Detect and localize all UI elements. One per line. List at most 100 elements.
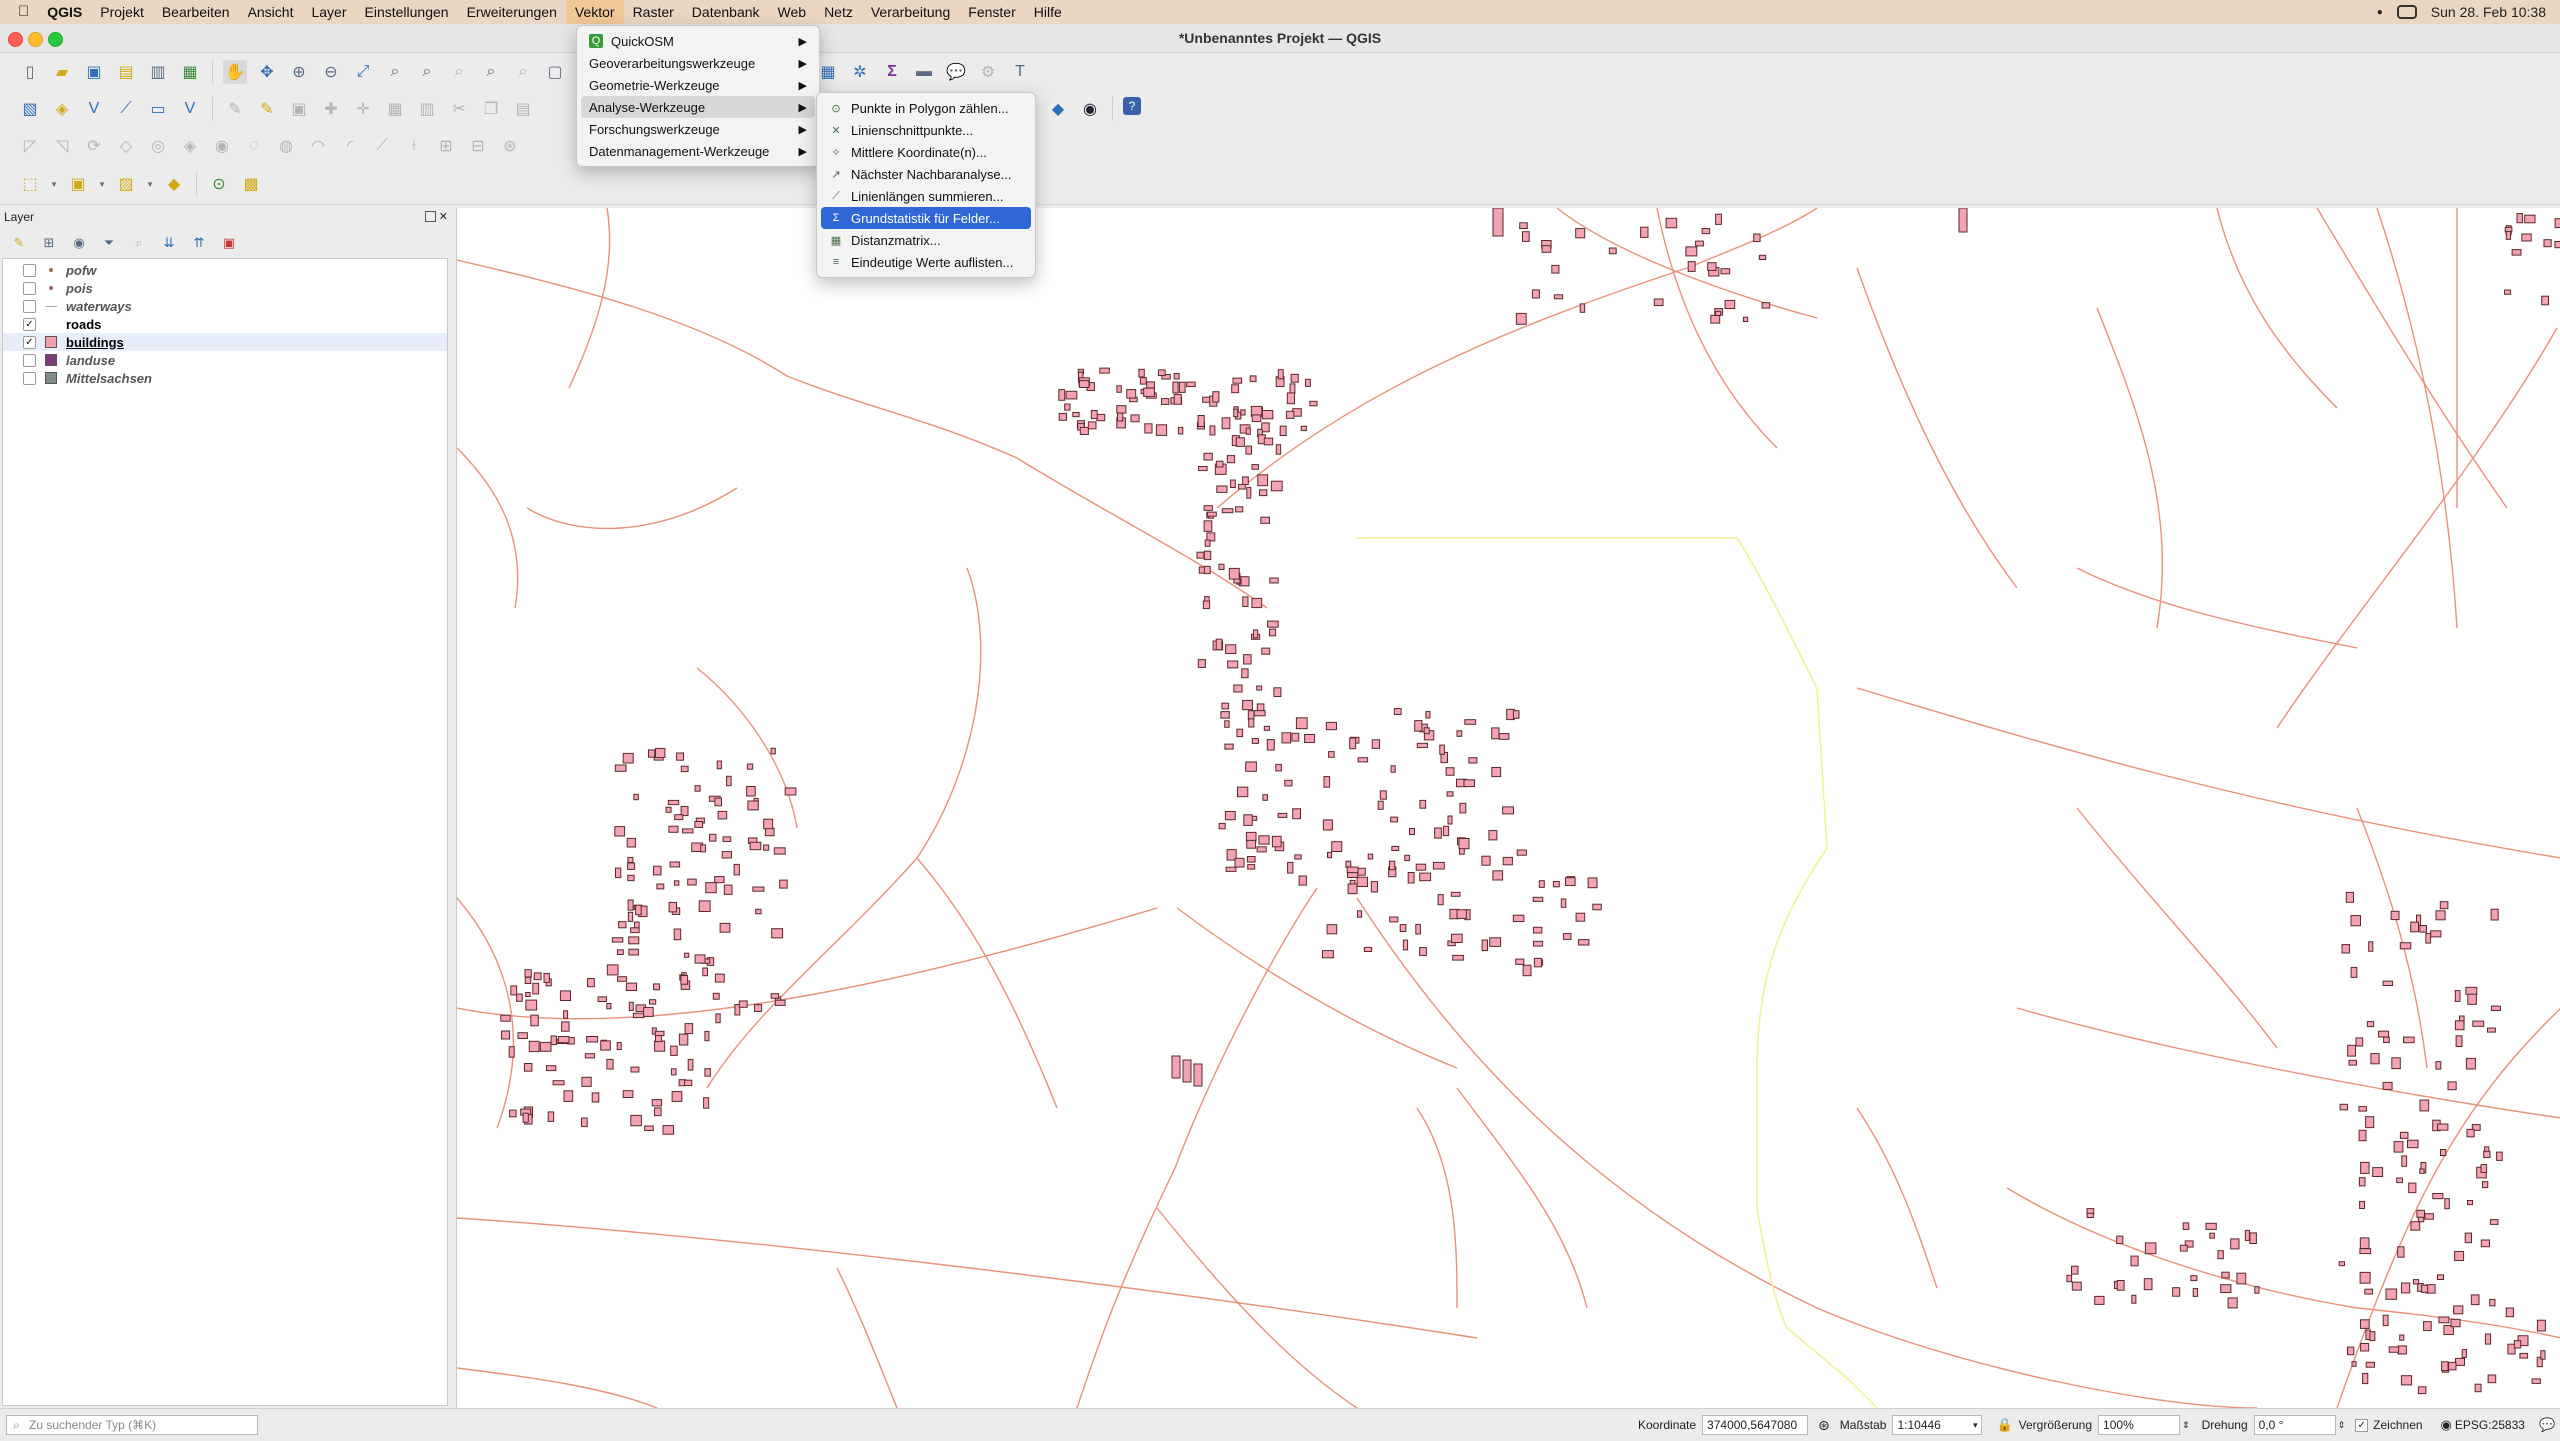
reshape-features-icon[interactable]: ◠ (306, 134, 330, 158)
status-dot-icon[interactable]: ● (2377, 7, 2383, 18)
select-by-expression-icon[interactable]: ▣ (66, 172, 90, 196)
rotation-field[interactable]: 0,0 ° (2253, 1415, 2336, 1435)
open-field-calculator-icon[interactable]: ▩ (239, 172, 263, 196)
modify-attributes-icon[interactable]: ▦ (383, 97, 407, 121)
layer-visibility-checkbox[interactable] (23, 263, 36, 277)
layer-row-waterways[interactable]: waterways (3, 297, 447, 315)
zoom-to-selection-icon[interactable]: ⌕ (383, 60, 407, 84)
add-feature-icon[interactable]: ✚ (319, 97, 343, 121)
delete-selected-icon[interactable]: ▥ (415, 97, 439, 121)
open-project-icon[interactable]: ▰ (50, 60, 74, 84)
copy-features-icon[interactable]: ❐ (479, 97, 503, 121)
delete-part-icon[interactable]: ◍ (274, 134, 298, 158)
rotate-symbols-icon[interactable]: ⊛ (498, 134, 522, 158)
toggle-editing-icon[interactable]: ✎ (255, 97, 279, 121)
layer-row-mittelsachsen[interactable]: Mittelsachsen (3, 369, 447, 387)
layer-visibility-checkbox[interactable]: ✓ (23, 317, 36, 331)
layer-visibility-checkbox[interactable] (23, 353, 36, 367)
zoom-in-icon[interactable]: ⊕ (287, 60, 311, 84)
map-canvas[interactable] (456, 208, 2560, 1408)
annotation-icon[interactable]: ⚙ (976, 60, 1000, 84)
new-shapefile-icon[interactable]: V (82, 97, 106, 121)
layer-row-pofw[interactable]: pofw (3, 261, 447, 279)
apple-icon[interactable]:  (0, 0, 38, 24)
split-parts-icon[interactable]: ⟊ (402, 134, 426, 158)
measure-icon[interactable]: ▬ (912, 60, 936, 84)
lock-icon[interactable]: 🔒 (1996, 1417, 2012, 1433)
coordinate-field[interactable]: 374000,5647080 (1702, 1415, 1809, 1435)
magnifier-field[interactable]: 100% (2098, 1415, 2181, 1435)
app-menu[interactable]: QGIS (38, 0, 91, 24)
digitize-undo-icon[interactable]: ◸ (18, 134, 42, 158)
pan-map-icon[interactable]: ✋ (223, 60, 247, 84)
expand-all-icon[interactable]: ⇊ (160, 231, 178, 255)
add-part-icon[interactable]: ◈ (178, 134, 202, 158)
zoom-next-icon[interactable]: ⌕ (511, 60, 535, 84)
crs-globe-icon[interactable]: ◉ (2441, 1417, 2452, 1433)
float-panel-icon[interactable] (425, 211, 436, 222)
menu-item-mittlere-koordinate-n[interactable]: ✧ Mittlere Koordinate(n)... (821, 141, 1031, 163)
layer-row-buildings[interactable]: ✓ buildings (3, 333, 447, 351)
new-bookmark-icon[interactable]: ▢ (543, 60, 567, 84)
layer-visibility-checkbox[interactable]: ✓ (23, 335, 36, 349)
layer-visibility-checkbox[interactable] (23, 281, 36, 295)
menu-einstellungen[interactable]: Einstellungen (356, 0, 458, 24)
menu-fenster[interactable]: Fenster (959, 0, 1024, 24)
menu-web[interactable]: Web (769, 0, 816, 24)
filter-legend-icon[interactable]: ⏷ (100, 231, 118, 255)
menu-hilfe[interactable]: Hilfe (1025, 0, 1071, 24)
deselect-all-icon[interactable]: ▨ (114, 172, 138, 196)
plugin-globe-icon[interactable]: ◉ (1078, 97, 1102, 121)
delete-ring-icon[interactable]: ◌ (242, 134, 266, 158)
split-features-icon[interactable]: ⟋ (370, 134, 394, 158)
paste-features-icon[interactable]: ▤ (511, 97, 535, 121)
menu-bearbeiten[interactable]: Bearbeiten (153, 0, 239, 24)
new-project-icon[interactable]: ▯ (18, 60, 42, 84)
data-source-manager-icon[interactable]: ▧ (18, 97, 42, 121)
locator-search-field[interactable]: ⌕ Zu suchender Typ (⌘K) (6, 1415, 258, 1435)
rotate-feature-icon[interactable]: ⟳ (82, 134, 106, 158)
menu-projekt[interactable]: Projekt (91, 0, 153, 24)
layer-row-pois[interactable]: pois (3, 279, 447, 297)
messages-icon[interactable]: 💬 (2539, 1417, 2555, 1433)
zoom-out-icon[interactable]: ⊖ (319, 60, 343, 84)
menu-datenbank[interactable]: Datenbank (683, 0, 769, 24)
layer-visibility-checkbox[interactable] (23, 371, 36, 385)
menu-item-eindeutige-werte-auflisten[interactable]: ≡ Eindeutige Werte auflisten... (821, 251, 1031, 273)
menu-item-distanzmatrix[interactable]: ▦ Distanzmatrix... (821, 229, 1031, 251)
menu-erweiterungen[interactable]: Erweiterungen (458, 0, 566, 24)
menu-item-linienlängen-summieren[interactable]: ⟋ Linienlängen summieren... (821, 185, 1031, 207)
menu-item-geometrie-werkzeuge[interactable]: Geometrie-Werkzeuge ▶ (581, 74, 815, 96)
fill-ring-icon[interactable]: ◉ (210, 134, 234, 158)
layer-visibility-checkbox[interactable] (23, 299, 36, 313)
vertex-tool-icon[interactable]: ✛ (351, 97, 375, 121)
collapse-all-icon[interactable]: ⇈ (190, 231, 208, 255)
magnifier-stepper[interactable]: ⇕ (2182, 1420, 2190, 1431)
new-print-layout-icon[interactable]: ▥ (146, 60, 170, 84)
menu-item-nächster-nachbaranalyse[interactable]: ↗ Nächster Nachbaranalyse... (821, 163, 1031, 185)
menu-verarbeitung[interactable]: Verarbeitung (862, 0, 959, 24)
select-location-icon[interactable]: ◆ (162, 172, 186, 196)
save-edits-icon[interactable]: ▣ (287, 97, 311, 121)
menu-item-quickosm[interactable]: Q QuickOSM ▶ (581, 30, 815, 52)
pan-to-selection-icon[interactable]: ✥ (255, 60, 279, 84)
new-virtual-layer-icon[interactable]: V (178, 97, 202, 121)
menu-item-punkte-in-polygon-zählen[interactable]: ⊙ Punkte in Polygon zählen... (821, 97, 1031, 119)
identify-features-icon[interactable]: ⊙ (207, 172, 231, 196)
menu-item-datenmanagement-werkzeuge[interactable]: Datenmanagement-Werkzeuge ▶ (581, 140, 815, 162)
text-annotation-icon[interactable]: T (1008, 60, 1032, 84)
coordinate-toggle-icon[interactable]: ⊛ (1818, 1417, 1830, 1434)
cut-features-icon[interactable]: ✂ (447, 97, 471, 121)
zoom-to-layer-icon[interactable]: ⌕ (415, 60, 439, 84)
remove-layer-icon[interactable]: ▣ (220, 231, 238, 255)
control-center-icon[interactable] (2396, 5, 2417, 19)
merge-attributes-icon[interactable]: ⊟ (466, 134, 490, 158)
filter-by-expression-icon[interactable]: ⌕ (130, 231, 148, 255)
save-as-icon[interactable]: ▤ (114, 60, 138, 84)
new-spatialite-icon[interactable]: ⟋ (114, 97, 138, 121)
simplify-feature-icon[interactable]: ◇ (114, 134, 138, 158)
map-svg[interactable] (457, 208, 2560, 1408)
current-edits-icon[interactable]: ✎ (223, 97, 247, 121)
crs-button[interactable]: EPSG:25833 (2455, 1418, 2525, 1432)
manage-visibility-icon[interactable]: ◉ (70, 231, 88, 255)
